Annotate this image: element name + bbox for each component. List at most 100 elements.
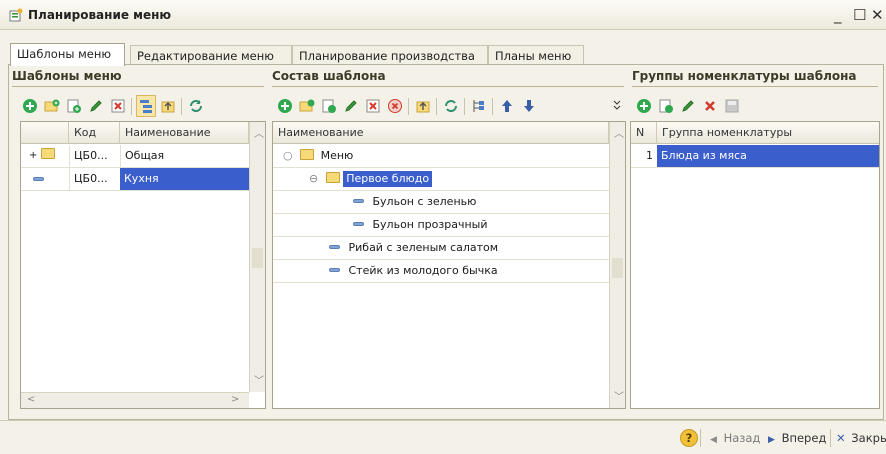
composition-copy-button[interactable] <box>319 95 339 117</box>
add-icon <box>278 99 292 113</box>
templates-delete-button[interactable] <box>108 95 128 117</box>
templates-refresh-button[interactable] <box>186 95 206 117</box>
groups-col-group[interactable]: Группа номенклатуры <box>657 122 879 144</box>
folder-icon <box>300 149 315 160</box>
hierarchy-view-icon <box>140 100 152 113</box>
table-row[interactable]: ЦБ0... Кухня <box>21 168 249 191</box>
groups-section-divider <box>632 86 878 87</box>
collapse-icon[interactable]: ⊖ <box>309 172 318 185</box>
back-arrow-icon: ◀ <box>710 435 717 445</box>
copy-icon <box>322 99 336 113</box>
templates-add-folder-button[interactable] <box>42 95 62 117</box>
scroll-thumb[interactable] <box>252 248 263 268</box>
table-row[interactable]: 1 Блюда из мяса <box>631 145 879 168</box>
scroll-thumb[interactable] <box>612 258 623 278</box>
composition-edit-button[interactable] <box>341 95 361 117</box>
groups-copy-button[interactable] <box>656 95 676 117</box>
copy-icon <box>659 99 673 113</box>
templates-hierarchy-button[interactable] <box>136 95 156 117</box>
help-button[interactable]: ? <box>680 429 698 447</box>
forward-arrow-icon: ▶ <box>768 435 775 445</box>
pencil-icon <box>682 100 694 112</box>
templates-col-name[interactable]: Наименование <box>120 122 249 144</box>
minimize-button[interactable]: _ <box>834 6 842 24</box>
composition-move-down-button[interactable] <box>519 95 539 117</box>
folder-up-icon <box>416 101 430 113</box>
templates-table: Код Наименование + ЦБ0... Общая ЦБ0... К… <box>20 121 266 409</box>
templates-level-up-button[interactable] <box>158 95 178 117</box>
back-label: Назад <box>723 431 761 445</box>
groups-col-n[interactable]: N <box>631 122 657 144</box>
composition-tree: Наименование ○ Меню ⊖ Первое блюдо Бульо… <box>272 121 626 409</box>
close-window-button[interactable]: ✕ <box>871 6 884 24</box>
scroll-up-icon[interactable]: ︿ <box>614 125 624 140</box>
folder-up-icon <box>161 101 175 113</box>
groups-save-button[interactable] <box>722 95 742 117</box>
groups-delete-button[interactable] <box>700 95 720 117</box>
separator <box>830 429 831 447</box>
expand-icon[interactable]: + <box>29 150 37 161</box>
tree-row[interactable]: Бульон с зеленью <box>273 191 609 214</box>
table-row[interactable]: + ЦБ0... Общая <box>21 145 249 168</box>
templates-add-button[interactable] <box>20 95 40 117</box>
delete-circle-icon <box>388 99 402 113</box>
chevron-double-down-icon <box>613 100 621 110</box>
scroll-down-icon[interactable]: ﹀ <box>614 388 624 403</box>
templates-section-title: Шаблоны меню <box>12 69 122 83</box>
composition-more-button[interactable] <box>607 95 627 117</box>
forward-label: Вперед <box>781 431 827 445</box>
tree-row[interactable]: ⊖ Первое блюдо <box>273 168 609 191</box>
composition-move-up-button[interactable] <box>497 95 517 117</box>
arrow-down-icon <box>524 100 534 112</box>
scroll-down-icon[interactable]: ﹀ <box>254 372 264 387</box>
tree-row[interactable]: Бульон прозрачный <box>273 214 609 237</box>
window-title: Планирование меню <box>28 8 172 22</box>
template-name: Общая <box>120 145 249 167</box>
groups-add-button[interactable] <box>634 95 654 117</box>
back-button[interactable]: ◀ Назад <box>710 431 760 445</box>
pencil-icon <box>90 100 102 112</box>
composition-delete-button[interactable] <box>385 95 405 117</box>
templates-horizontal-scrollbar[interactable]: < > <box>21 392 249 408</box>
scroll-left-icon[interactable]: < <box>27 394 35 405</box>
forward-button[interactable]: ▶ Вперед <box>768 431 826 445</box>
tree-row[interactable]: Рибай с зеленым салатом <box>273 237 609 260</box>
toolbar-separator <box>181 98 182 115</box>
form-action-bar: ? ◀ Назад ▶ Вперед ✕ Закрыть <box>0 420 886 454</box>
composition-tree-button[interactable] <box>469 95 489 117</box>
composition-add-folder-button[interactable] <box>297 95 317 117</box>
template-name-selected: Кухня <box>120 168 249 190</box>
templates-copy-button[interactable] <box>64 95 84 117</box>
toolbar-separator <box>492 98 493 115</box>
tree-row[interactable]: ○ Меню <box>273 145 609 168</box>
composition-level-up-button[interactable] <box>413 95 433 117</box>
tree-node-icon[interactable]: ○ <box>283 149 293 162</box>
tree-row[interactable]: Стейк из молодого бычка <box>273 260 609 283</box>
tab-edit-menu[interactable]: Редактирование меню <box>130 45 292 65</box>
composition-add-button[interactable] <box>275 95 295 117</box>
tab-templates[interactable]: Шаблоны меню <box>10 43 125 66</box>
close-label: Закрыть <box>851 431 886 445</box>
templates-vertical-scrollbar[interactable]: ︿ ﹀ <box>249 122 265 392</box>
refresh-icon <box>190 100 202 112</box>
tab-menu-plans[interactable]: Планы меню <box>488 45 584 65</box>
group-row-number: 1 <box>646 149 653 162</box>
separator <box>700 429 701 447</box>
template-code: ЦБ0... <box>69 168 120 190</box>
templates-edit-button[interactable] <box>86 95 106 117</box>
composition-refresh-button[interactable] <box>441 95 461 117</box>
close-form-button[interactable]: ✕ Закрыть <box>836 431 886 445</box>
scroll-right-icon[interactable]: > <box>231 394 239 405</box>
tree-cell: Стейк из молодого бычка <box>325 260 605 282</box>
composition-col-name[interactable]: Наименование <box>273 122 609 144</box>
item-icon <box>329 268 340 272</box>
groups-edit-button[interactable] <box>678 95 698 117</box>
maximize-button[interactable]: ☐ <box>853 6 866 24</box>
scroll-up-icon[interactable]: ︿ <box>254 125 264 140</box>
templates-col-code[interactable]: Код <box>69 122 120 144</box>
composition-delete-mark-button[interactable] <box>363 95 383 117</box>
composition-vertical-scrollbar[interactable]: ︿ ﹀ <box>609 122 625 408</box>
pencil-icon <box>345 100 357 112</box>
folder-icon <box>325 172 340 183</box>
tab-production-planning[interactable]: Планирование производства <box>292 45 488 65</box>
